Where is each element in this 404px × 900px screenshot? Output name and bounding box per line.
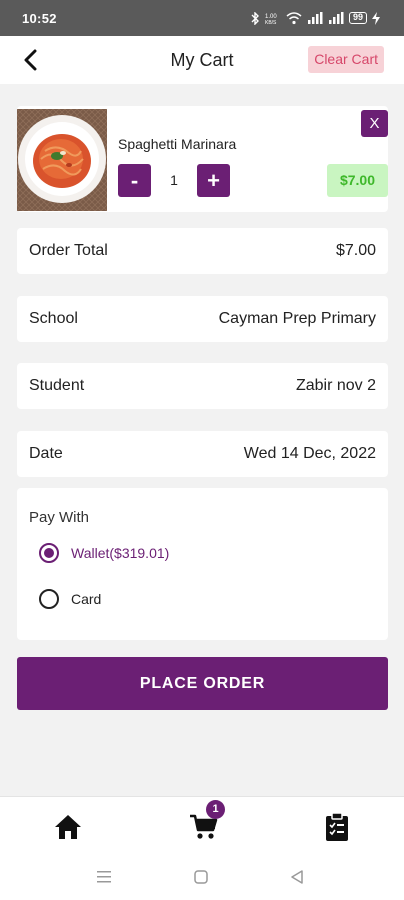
system-navigation [0,857,404,897]
item-price: $7.00 [327,164,388,197]
school-value: Cayman Prep Primary [218,310,376,327]
back-arrow-icon [24,49,37,71]
order-total-value: $7.00 [335,242,376,259]
bluetooth-icon [251,11,259,25]
school-card: School Cayman Prep Primary [17,296,388,342]
remove-item-button[interactable]: X [361,110,388,137]
student-value: Zabir nov 2 [295,377,376,394]
cart-item: Spaghetti Marinara - 1 + X $7.00 [17,106,388,212]
date-value: Wed 14 Dec, 2022 [243,445,376,462]
food-image [17,109,107,211]
date-card: Date Wed 14 Dec, 2022 [17,431,388,477]
pay-with-card: Pay With Wallet($319.01) Card [17,488,388,640]
triangle-back-icon [291,870,303,884]
svg-text:KB/S: KB/S [265,20,277,25]
place-order-button[interactable]: PLACE ORDER [17,657,388,710]
decrease-quantity-button[interactable]: - [118,164,151,197]
student-label: Student [29,377,85,394]
school-label: School [29,310,78,327]
battery-icon: 99 [348,12,367,24]
card-option-label: Card [71,591,102,607]
page-title: My Cart [170,49,234,70]
network-speed-icon: 1.00KB/S [265,14,277,25]
bottom-nav: 1 [0,796,404,900]
wallet-option[interactable]: Wallet($319.01) [39,543,169,563]
increase-quantity-button[interactable]: + [197,164,230,197]
recent-apps-button[interactable] [92,865,116,889]
status-time: 10:52 [22,10,57,26]
status-bar: 10:52 1.00 KB/S 99 [0,0,404,36]
wallet-option-label: Wallet($319.01) [71,545,170,561]
nav-orders[interactable] [317,809,357,845]
quantity-stepper: - 1 + [118,164,230,197]
back-button[interactable] [14,44,46,76]
signal-icon-2 [328,12,344,24]
home-icon [55,815,81,839]
spaghetti-plate-image [17,109,107,211]
clear-cart-button[interactable]: Clear Cart [308,46,384,73]
item-name: Spaghetti Marinara [118,136,237,152]
order-total-label: Order Total [29,242,108,259]
date-label: Date [29,445,63,462]
charging-icon [372,11,380,25]
signal-icon [307,12,323,24]
nav-cart[interactable]: 1 [183,800,225,845]
quantity-value: 1 [170,172,178,188]
card-radio[interactable] [39,589,59,609]
menu-lines-icon [97,871,111,883]
home-system-button[interactable] [189,865,213,889]
square-icon [194,870,208,884]
wifi-icon [286,11,302,24]
card-option[interactable]: Card [39,589,101,609]
app-header: My Cart Clear Cart [0,36,404,84]
wallet-radio[interactable] [39,543,59,563]
student-card: Student Zabir nov 2 [17,363,388,409]
order-total-card: Order Total $7.00 [17,228,388,274]
pay-with-title: Pay With [29,509,90,526]
clipboard-check-icon [326,812,348,841]
cart-badge: 1 [206,800,225,819]
back-system-button[interactable] [285,865,309,889]
status-icons: 1.00 KB/S 99 [250,11,380,25]
nav-home[interactable] [48,809,88,845]
